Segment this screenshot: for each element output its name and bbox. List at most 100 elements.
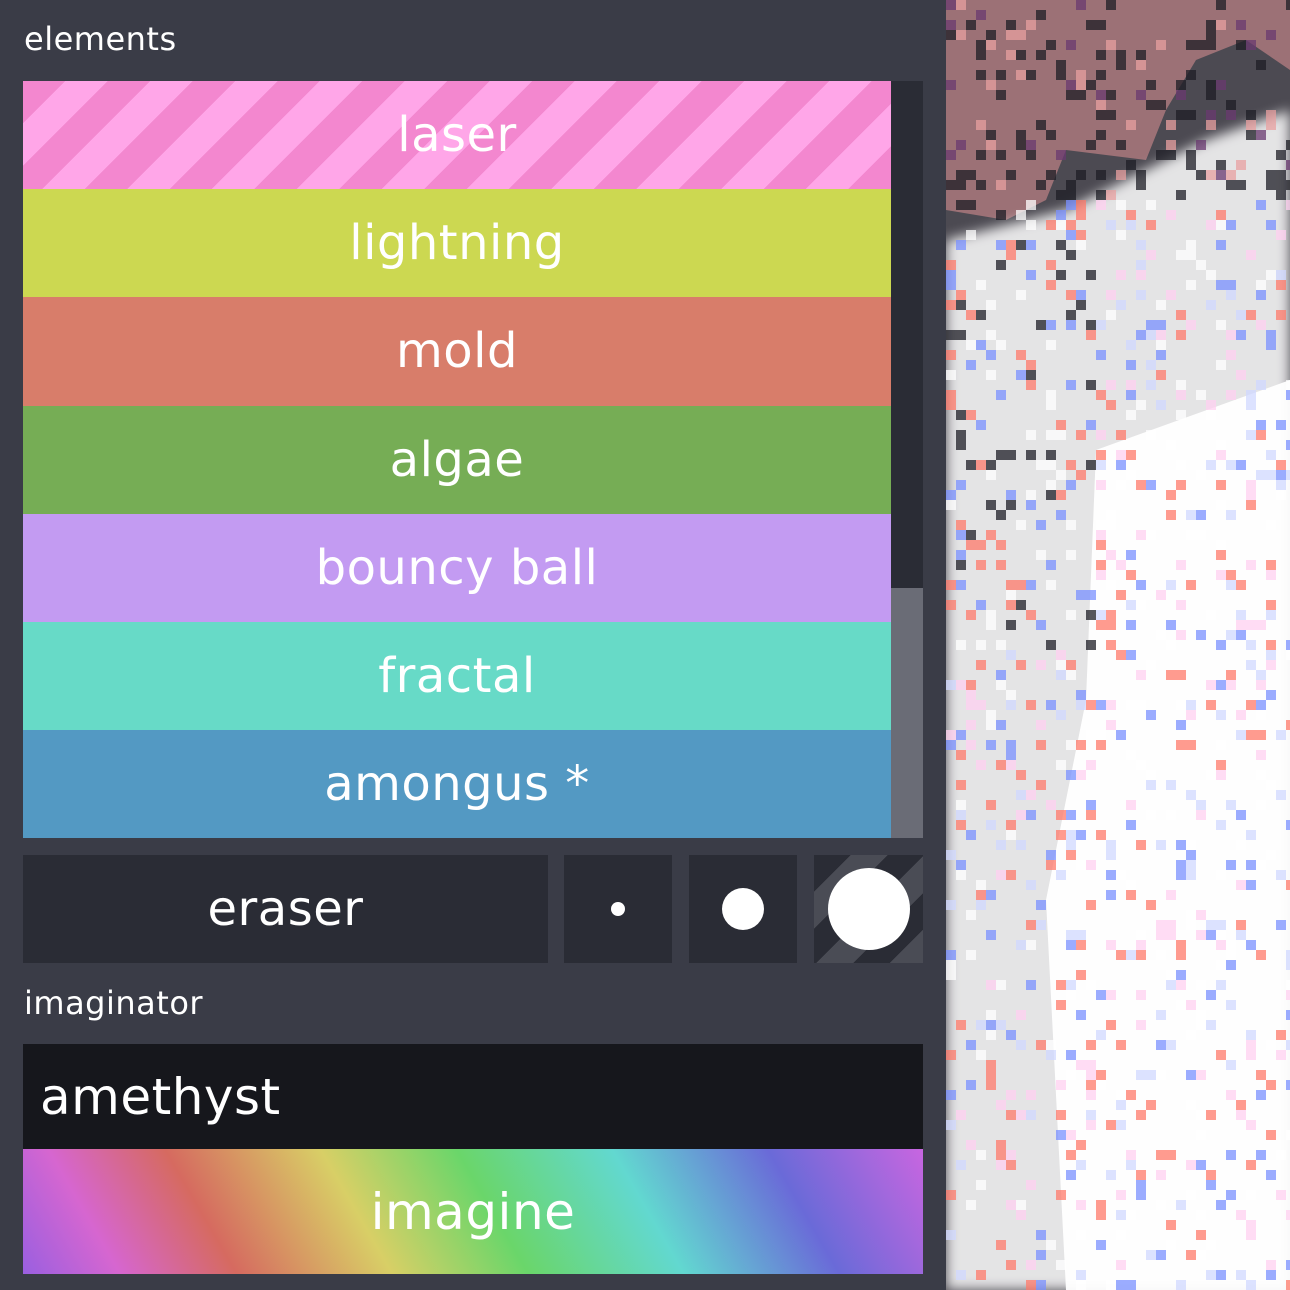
imaginator-input[interactable] [23, 1044, 923, 1149]
element-laser[interactable]: laser [23, 81, 891, 190]
sim-pixel [976, 50, 986, 60]
sim-pixel [1216, 940, 1226, 950]
element-bouncy-ball[interactable]: bouncy ball [23, 513, 891, 622]
sim-pixel [1176, 860, 1186, 870]
sim-pixel [946, 970, 956, 980]
sim-pixel [1136, 990, 1146, 1000]
sim-pixel [1016, 580, 1026, 590]
sim-pixel [1176, 840, 1186, 850]
sim-pixel [956, 0, 966, 10]
sim-pixel [1266, 270, 1276, 280]
sim-pixel [1086, 1110, 1096, 1120]
sim-pixel [956, 750, 966, 760]
sim-pixel [956, 550, 966, 560]
sim-pixel [946, 950, 956, 960]
simulation-canvas[interactable] [946, 0, 1290, 1290]
sim-pixel [1156, 1170, 1166, 1180]
sim-pixel [1076, 230, 1086, 240]
sim-pixel [1236, 840, 1246, 850]
element-amongus[interactable]: amongus * [23, 730, 891, 838]
sim-pixel [1226, 1000, 1236, 1010]
sim-pixel [1226, 630, 1236, 640]
imagine-button[interactable]: imagine [23, 1149, 923, 1274]
sim-pixel [1046, 430, 1056, 440]
sim-pixel [996, 980, 1006, 990]
sim-pixel [1026, 490, 1036, 500]
sim-pixel [1106, 1020, 1116, 1030]
sim-pixel [1176, 720, 1186, 730]
sim-pixel [1266, 120, 1276, 130]
sim-pixel [1226, 220, 1236, 230]
sim-pixel [1286, 1210, 1290, 1220]
eraser-button[interactable]: eraser [23, 855, 548, 963]
sim-pixel [1246, 1230, 1256, 1240]
sim-pixel [1096, 190, 1106, 200]
scrollbar-thumb[interactable] [891, 588, 923, 838]
sim-pixel [1086, 900, 1096, 910]
sim-pixel [996, 1140, 1006, 1150]
sim-pixel [1206, 1180, 1216, 1190]
brush-size-medium-button[interactable] [689, 855, 797, 963]
sim-pixel [1136, 1110, 1146, 1120]
sim-pixel [1046, 850, 1056, 860]
sim-pixel [1246, 620, 1256, 630]
sim-pixel [1156, 630, 1166, 640]
sim-pixel [976, 700, 986, 710]
sim-pixel [956, 1160, 966, 1170]
sim-pixel [1106, 890, 1116, 900]
sim-pixel [1056, 220, 1066, 230]
element-lightning[interactable]: lightning [23, 189, 891, 298]
sim-pixel [1216, 280, 1226, 290]
sim-pixel [1236, 580, 1246, 590]
sim-pixel [1176, 740, 1186, 750]
sim-pixel [1126, 1090, 1136, 1100]
sim-pixel [1116, 1210, 1126, 1220]
sim-pixel [1046, 260, 1056, 270]
sim-pixel [1026, 20, 1036, 30]
sim-pixel [1216, 770, 1226, 780]
sim-pixel [1046, 860, 1056, 870]
sim-pixel [1186, 150, 1196, 160]
element-algae[interactable]: algae [23, 405, 891, 514]
sim-pixel [1226, 1090, 1236, 1100]
sim-pixel [1176, 950, 1186, 960]
sim-pixel [1186, 920, 1196, 930]
sim-pixel [1026, 430, 1036, 440]
sim-pixel [946, 600, 956, 610]
sim-pixel [1016, 1010, 1026, 1020]
sim-pixel [1166, 1040, 1176, 1050]
sim-pixel [1046, 40, 1056, 50]
sim-pixel [1216, 930, 1226, 940]
sim-pixel [986, 720, 996, 730]
sim-pixel [1046, 460, 1056, 470]
element-mold[interactable]: mold [23, 297, 891, 406]
sim-pixel [946, 490, 956, 500]
sim-pixel [1206, 220, 1216, 230]
sim-pixel [946, 80, 956, 90]
sim-pixel [1216, 20, 1226, 30]
element-fractal[interactable]: fractal [23, 621, 891, 731]
brush-size-small-button[interactable] [564, 855, 672, 963]
sim-pixel [1166, 890, 1176, 900]
sim-pixel [1246, 120, 1256, 130]
sim-pixel [1286, 1080, 1290, 1090]
sim-pixel [996, 1020, 1006, 1030]
sim-pixel [946, 850, 956, 860]
brush-size-large-button[interactable] [814, 855, 923, 963]
sim-pixel [1146, 710, 1156, 720]
sim-pixel [986, 330, 996, 340]
sim-pixel [1226, 460, 1236, 470]
sim-pixel [1006, 620, 1016, 630]
sim-pixel [976, 600, 986, 610]
sim-pixel [1206, 770, 1216, 780]
sim-pixel [1026, 940, 1036, 950]
sim-pixel [1286, 990, 1290, 1000]
sim-pixel [1246, 1220, 1256, 1230]
sim-pixel [1216, 500, 1226, 510]
sim-pixel [946, 1090, 956, 1100]
sim-pixel [1106, 840, 1116, 850]
sim-pixel [986, 820, 996, 830]
sim-pixel [1126, 750, 1136, 760]
sim-pixel [1046, 480, 1056, 490]
sim-pixel [1266, 560, 1276, 570]
